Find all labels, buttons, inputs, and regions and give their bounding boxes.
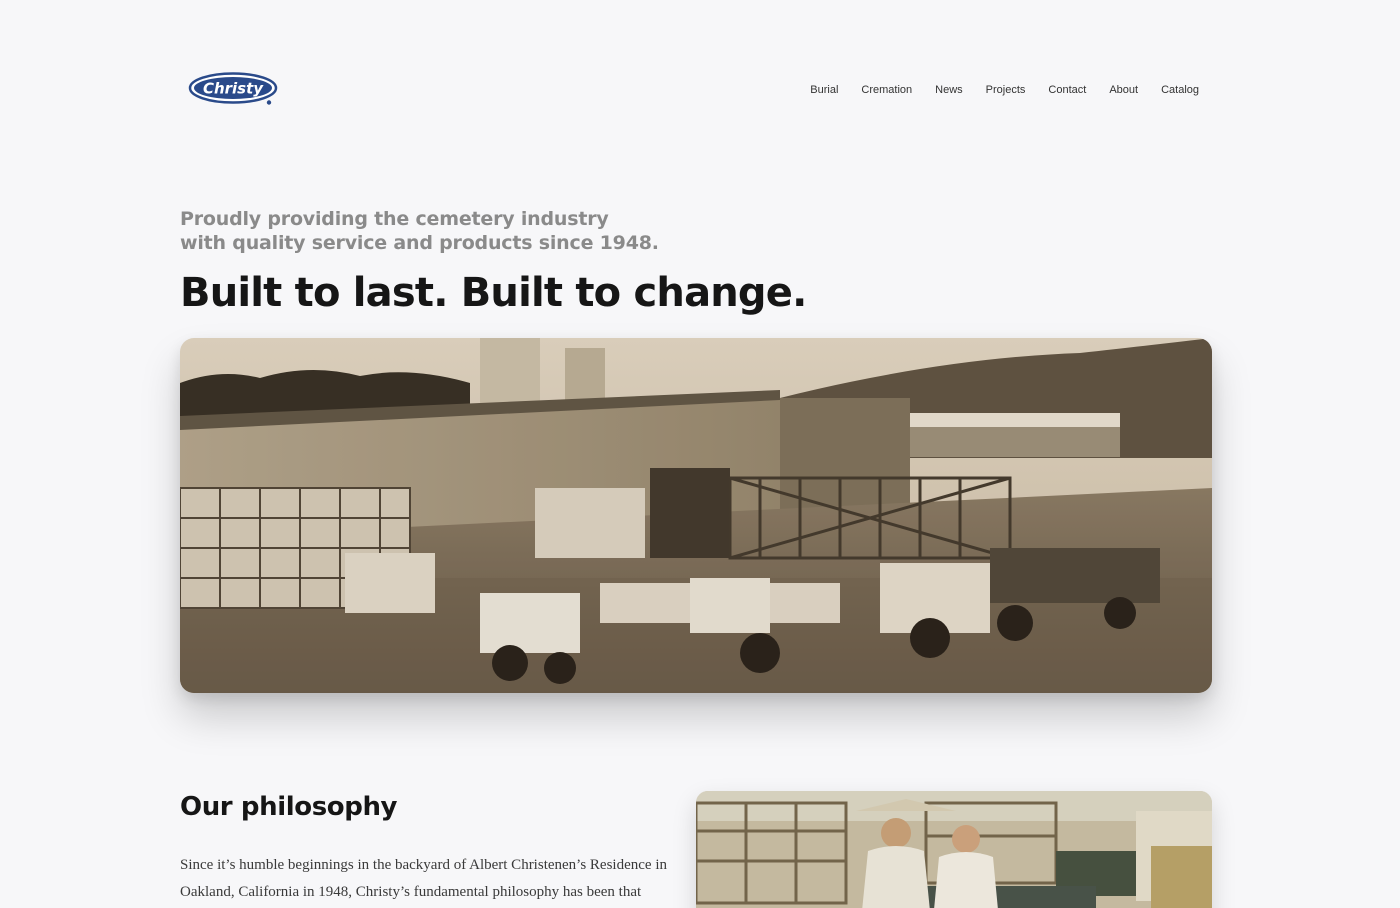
hero-headline: Built to last. Built to change. — [180, 270, 807, 316]
christy-logo[interactable]: Christy — [188, 72, 280, 108]
logo-text: Christy — [203, 80, 264, 98]
philosophy-title: Our philosophy — [180, 792, 398, 822]
page: Christy Burial Cremation News Projects C… — [0, 0, 1400, 908]
nav-link-burial[interactable]: Burial — [810, 82, 838, 98]
nav-link-contact[interactable]: Contact — [1048, 82, 1086, 98]
hero-tagline: Proudly providing the cemetery industry … — [180, 208, 659, 254]
main-nav: Burial Cremation News Projects Contact A… — [810, 82, 1199, 98]
nav-link-about[interactable]: About — [1109, 82, 1138, 98]
nav-link-news[interactable]: News — [935, 82, 963, 98]
nav-link-projects[interactable]: Projects — [986, 82, 1026, 98]
nav-link-cremation[interactable]: Cremation — [861, 82, 912, 98]
nav-link-catalog[interactable]: Catalog — [1161, 82, 1199, 98]
philosophy-photo — [696, 791, 1212, 908]
hero-photo — [180, 338, 1212, 693]
philosophy-text: Since it’s humble beginnings in the back… — [180, 857, 667, 900]
